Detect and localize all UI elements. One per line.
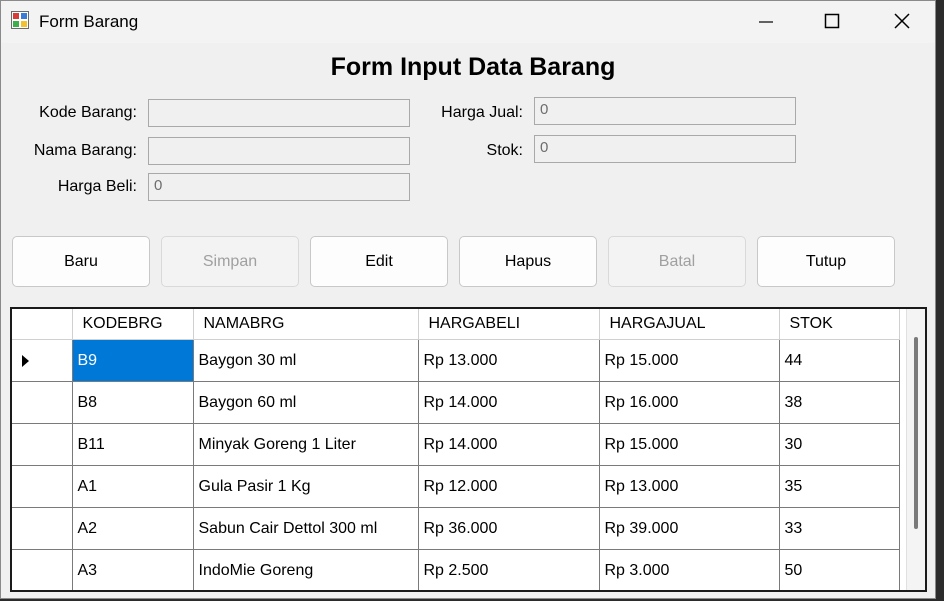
form-heading: Form Input Data Barang (330, 53, 616, 81)
grid-header-row: KODEBRG NAMABRG HARGABELI HARGAJUAL STOK (12, 309, 900, 340)
table-row[interactable]: B9 Baygon 30 ml Rp 13.000 Rp 15.000 44 (12, 339, 900, 382)
column-header-hargabeli[interactable]: HARGABELI (418, 309, 600, 340)
tutup-button[interactable]: Tutup (757, 236, 895, 287)
grid-cell[interactable]: 38 (778, 381, 900, 424)
hapus-button[interactable]: Hapus (459, 236, 597, 287)
row-header[interactable] (12, 381, 73, 424)
column-header-stok[interactable]: STOK (779, 309, 900, 340)
simpan-button[interactable]: Simpan (161, 236, 299, 287)
table-row[interactable]: B11 Minyak Goreng 1 Liter Rp 14.000 Rp 1… (12, 423, 900, 466)
row-header-corner (12, 309, 73, 340)
column-header-hargajual[interactable]: HARGAJUAL (599, 309, 780, 340)
grid-cell[interactable]: Rp 2.500 (417, 549, 600, 590)
table-row[interactable]: A3 IndoMie Goreng Rp 2.500 Rp 3.000 50 (12, 549, 900, 590)
kode-barang-label: Kode Barang: (39, 104, 137, 121)
row-header[interactable] (12, 549, 73, 590)
table-row[interactable]: B8 Baygon 60 ml Rp 14.000 Rp 16.000 38 (12, 381, 900, 424)
grid-cell[interactable]: Rp 36.000 (417, 507, 600, 550)
harga-beli-label: Harga Beli: (57, 178, 137, 195)
maximize-button[interactable] (797, 1, 867, 41)
column-header-namabrg[interactable]: NAMABRG (193, 309, 419, 340)
scrollbar-thumb[interactable] (914, 337, 918, 529)
table-row[interactable]: A1 Gula Pasir 1 Kg Rp 12.000 Rp 13.000 3… (12, 465, 900, 508)
grid-cell[interactable]: IndoMie Goreng (192, 549, 419, 590)
row-header[interactable] (12, 507, 73, 550)
grid-cell[interactable]: Rp 15.000 (598, 339, 780, 382)
form-barang-window: Form Barang Form Input Data Barang Kode … (0, 0, 936, 599)
grid-cell[interactable]: 44 (778, 339, 900, 382)
row-header[interactable] (12, 339, 73, 382)
grid-cell[interactable]: 33 (778, 507, 900, 550)
close-button[interactable] (867, 1, 935, 41)
grid-cell[interactable]: Rp 13.000 (417, 339, 600, 382)
grid-cell[interactable]: Rp 15.000 (598, 423, 780, 466)
grid-cell[interactable]: Gula Pasir 1 Kg (192, 465, 419, 508)
window-title: Form Barang (39, 12, 139, 31)
grid-cell[interactable]: Rp 14.000 (417, 423, 600, 466)
minimize-button[interactable] (731, 1, 801, 41)
grid-cell[interactable]: Baygon 60 ml (192, 381, 419, 424)
grid-cell[interactable]: 50 (778, 549, 900, 590)
grid-cell[interactable]: Rp 12.000 (417, 465, 600, 508)
grid-cell[interactable]: A3 (71, 549, 194, 590)
column-header-kodebrg[interactable]: KODEBRG (72, 309, 194, 340)
data-grid-table: KODEBRG NAMABRG HARGABELI HARGAJUAL STOK… (12, 309, 900, 590)
harga-jual-label: Harga Jual: (441, 104, 523, 121)
nama-barang-field[interactable] (148, 137, 410, 165)
edit-button[interactable]: Edit (310, 236, 448, 287)
stok-label: Stok: (486, 142, 523, 159)
row-header[interactable] (12, 465, 73, 508)
nama-barang-label: Nama Barang: (33, 142, 137, 159)
grid-cell[interactable]: B8 (71, 381, 194, 424)
grid-cell[interactable]: 30 (778, 423, 900, 466)
harga-jual-field[interactable]: 0 (534, 97, 796, 125)
harga-beli-field[interactable]: 0 (148, 173, 410, 201)
title-bar[interactable]: Form Barang (1, 1, 935, 43)
grid-cell[interactable]: Rp 16.000 (598, 381, 780, 424)
row-header[interactable] (12, 423, 73, 466)
current-row-arrow-icon (22, 355, 29, 367)
data-grid[interactable]: KODEBRG NAMABRG HARGABELI HARGAJUAL STOK… (10, 307, 927, 592)
batal-button[interactable]: Batal (608, 236, 746, 287)
grid-cell[interactable]: Baygon 30 ml (192, 339, 419, 382)
maximize-icon (824, 13, 840, 29)
vertical-scrollbar[interactable] (906, 309, 925, 590)
minimize-icon (759, 21, 773, 23)
kode-barang-field[interactable] (148, 99, 410, 127)
grid-cell[interactable]: B9 (71, 339, 194, 382)
grid-cell[interactable]: A1 (71, 465, 194, 508)
grid-cell[interactable]: Rp 13.000 (598, 465, 780, 508)
stok-field[interactable]: 0 (534, 135, 796, 163)
grid-cell[interactable]: B11 (71, 423, 194, 466)
grid-cell[interactable]: Rp 3.000 (598, 549, 780, 590)
grid-cell[interactable]: Sabun Cair Dettol 300 ml (192, 507, 419, 550)
grid-cell[interactable]: Rp 39.000 (598, 507, 780, 550)
close-icon (894, 13, 910, 29)
app-form-icon (11, 11, 29, 29)
background-desktop (936, 0, 944, 601)
baru-button[interactable]: Baru (12, 236, 150, 287)
grid-cell[interactable]: Rp 14.000 (417, 381, 600, 424)
grid-cell[interactable]: A2 (71, 507, 194, 550)
grid-cell[interactable]: Minyak Goreng 1 Liter (192, 423, 419, 466)
table-row[interactable]: A2 Sabun Cair Dettol 300 ml Rp 36.000 Rp… (12, 507, 900, 550)
grid-cell[interactable]: 35 (778, 465, 900, 508)
